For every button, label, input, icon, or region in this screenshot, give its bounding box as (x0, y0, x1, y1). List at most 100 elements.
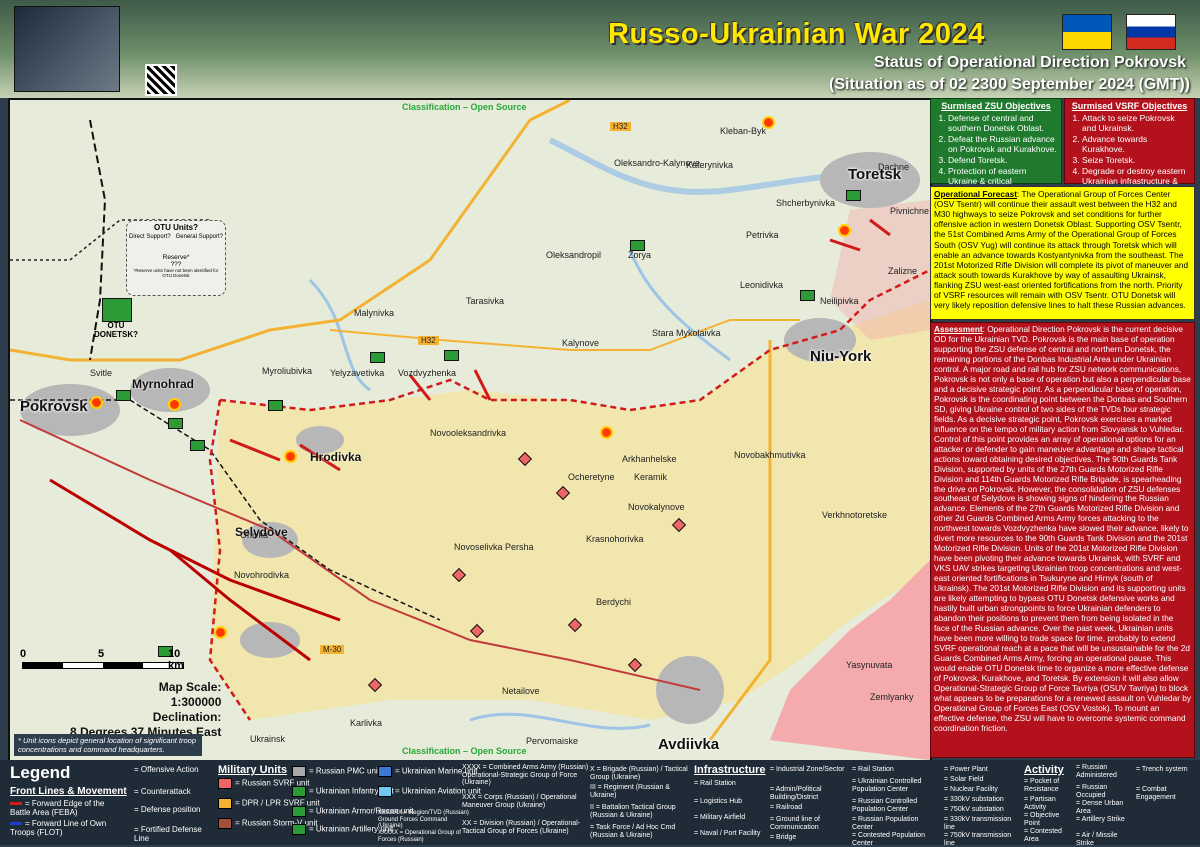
strike-icon-3[interactable] (286, 452, 295, 461)
legend-tf: = Task Force / Ad Hoc Cmd (Russian & Ukr… (590, 824, 676, 839)
scale-zero: 0 (20, 648, 27, 660)
ua-unit-5[interactable] (444, 350, 459, 361)
legend-330kv-sub: = 330kV substation (944, 796, 1004, 803)
legend-flot-text: = Forward Line of Own Troops (FLOT) (10, 819, 107, 837)
zsu-objective: Defeat the Russian advance on Pokrovsk a… (948, 134, 1058, 154)
strike-icon-5[interactable] (602, 428, 611, 437)
zsu-objectives-title: Surmised ZSU Objectives (941, 101, 1051, 111)
legend-combat: = Combat Engagement (1136, 786, 1176, 801)
strike-icon-7[interactable] (840, 226, 849, 235)
strike-icon-2[interactable] (170, 400, 179, 409)
strike-icon-4[interactable] (764, 118, 773, 127)
label-novoselivka-persha: Novoselivka Persha (454, 542, 534, 552)
legend-industrial: = Industrial Zone/Sector (770, 766, 845, 773)
otu-units-box: OTU Units? Direct Support? General Suppo… (126, 220, 226, 296)
label-svitle: Svitle (90, 368, 113, 378)
ua-unit-6[interactable] (630, 240, 645, 251)
label-tarasivka: Tarasivka (466, 296, 505, 306)
ua-armor-swatch (292, 806, 306, 817)
strike-icon-1[interactable] (92, 398, 101, 407)
unit-note: * Unit icons depict general location of … (14, 734, 202, 756)
label-novobakhmutivka: Novobakhmutivka (734, 450, 806, 460)
pmc-swatch (292, 766, 306, 777)
road-label-h32-north: H32 (610, 122, 631, 131)
ukraine-flag-icon (1062, 14, 1112, 50)
legend-330kv-line: = 330kV transmission line (944, 816, 1012, 831)
legend: Legend Front Lines & Movement = Forward … (0, 760, 1200, 847)
otu-question: OTU Units? (154, 223, 198, 232)
ua-unit-3[interactable] (268, 400, 283, 411)
legend-units-head: Military Units (218, 764, 288, 776)
legend-750kv-sub: = 750kV substation (944, 806, 1004, 813)
map-scale-ratio: 1:300000 (170, 695, 222, 709)
label-ukrainsk: Ukrainsk (250, 734, 286, 744)
label-novooleksandrivka: Novooleksandrivka (430, 428, 507, 438)
ua-marine-swatch (378, 766, 392, 777)
storm-v-swatch (218, 818, 232, 829)
feba-swatch (10, 802, 22, 806)
label-pivnichne: Pivnichne (890, 206, 930, 216)
legend-logistics: = Logistics Hub (694, 798, 743, 805)
otu-reserve: Reserve* (162, 254, 190, 261)
vsrf-objectives: Surmised VSRF Objectives Attack to seize… (1064, 98, 1195, 196)
legend-railroad: = Railroad (770, 804, 803, 811)
label-leonidivka: Leonidivka (740, 280, 784, 290)
russia-flag-icon (1126, 14, 1176, 50)
legend-xxxx: XXXX = Combined Arms Army (Russian) Oper… (462, 764, 589, 787)
classification-top: Classification – Open Source (402, 102, 527, 112)
operational-map[interactable]: Pokrovsk Myrnohrad Toretsk Niu-York Hrod… (8, 98, 932, 762)
assessment-label: Assessment (934, 325, 983, 334)
label-petrivka: Petrivka (746, 230, 779, 240)
label-pokrovsk: Pokrovsk (20, 398, 88, 415)
ru-svrf-swatch (218, 778, 232, 789)
operational-forecast: Operational Forecast: The Operational Gr… (930, 186, 1195, 320)
legend-ru-admin: = Russian Administered (1076, 764, 1117, 779)
legend-x: X = Brigade (Russian) / Tactical Group (… (590, 766, 688, 781)
otu-donetsk-label: OTU DONETSK? (94, 321, 138, 339)
zsu-objective: Defend Toretsk. (948, 155, 1058, 165)
otu-general: General Support? (175, 234, 223, 240)
legend-xx: XX = Division (Russian) / Operational-Ta… (462, 820, 581, 835)
label-novokalynove: Novokalynove (628, 502, 685, 512)
declination-label: Declination: (152, 710, 222, 724)
assessment: Assessment: Operational Direction Pokrov… (930, 322, 1195, 758)
label-arkhanhelske: Arkhanhelske (622, 454, 677, 464)
flot-swatch (10, 822, 22, 826)
legend-title: Legend (10, 763, 71, 782)
strike-icon-6[interactable] (216, 628, 225, 637)
zsu-objectives: Surmised ZSU Objectives Defense of centr… (930, 98, 1062, 196)
legend-ground-loc: = Ground line of Communication (770, 816, 821, 831)
vsrf-objective: Attack to seize Pokrovsk and Ukrainsk. (1082, 113, 1191, 133)
ua-unit-2[interactable] (190, 440, 205, 451)
qr-code-icon[interactable] (145, 64, 177, 96)
ua-unit-8[interactable] (846, 190, 861, 201)
otu-direct: Direct Support? (129, 234, 171, 240)
ua-unit-4[interactable] (370, 352, 385, 363)
scale-ten: 10 km (168, 648, 184, 672)
label-myroliubivka: Myroliubivka (262, 366, 313, 376)
legend-defense: = Defense position (134, 805, 201, 814)
road-label-h32-mid: H32 (418, 336, 439, 345)
ua-unit-1[interactable] (168, 418, 183, 429)
header-banner: Russo-Ukrainian War 2024 Status of Opera… (0, 0, 1200, 98)
road-label-m30: M-30 (320, 645, 345, 654)
legend-ru-pmc: = Russian PMC unit (309, 766, 380, 776)
legend-contested-area: = Contested Area (1024, 828, 1062, 843)
label-oleksandropil: Oleksandropil (546, 250, 602, 260)
legend-naval-port: = Naval / Port Facility (694, 830, 761, 837)
ua-unit-9[interactable] (116, 390, 131, 401)
otu-donetsk-icon[interactable] (102, 298, 132, 322)
label-berdychi: Berdychi (596, 597, 632, 607)
label-stara-mykolaivka: Stara Mykolaivka (652, 328, 721, 338)
page-title: Russo-Ukrainian War 2024 (608, 18, 985, 50)
forecast-label: Operational Forecast (934, 189, 1017, 199)
label-zalizne: Zalizne (888, 266, 918, 276)
situation-time: (Situation as of 02 2300 September 2024 … (829, 76, 1190, 93)
legend-military-airfield: = Military Airfield (694, 814, 746, 821)
legend-ii: II = Battalion Tactical Group (Russian &… (590, 804, 676, 819)
legend-ru-controlled: = Russian Controlled Population Center (852, 798, 918, 813)
scale-five: 5 (98, 648, 105, 660)
vsrf-objective: Advance towards Kurakhove. (1082, 134, 1191, 154)
ua-unit-7[interactable] (800, 290, 815, 301)
legend-xxxxxx: XXXXXX = Region/TVD (Russian) Ground For… (378, 810, 469, 830)
